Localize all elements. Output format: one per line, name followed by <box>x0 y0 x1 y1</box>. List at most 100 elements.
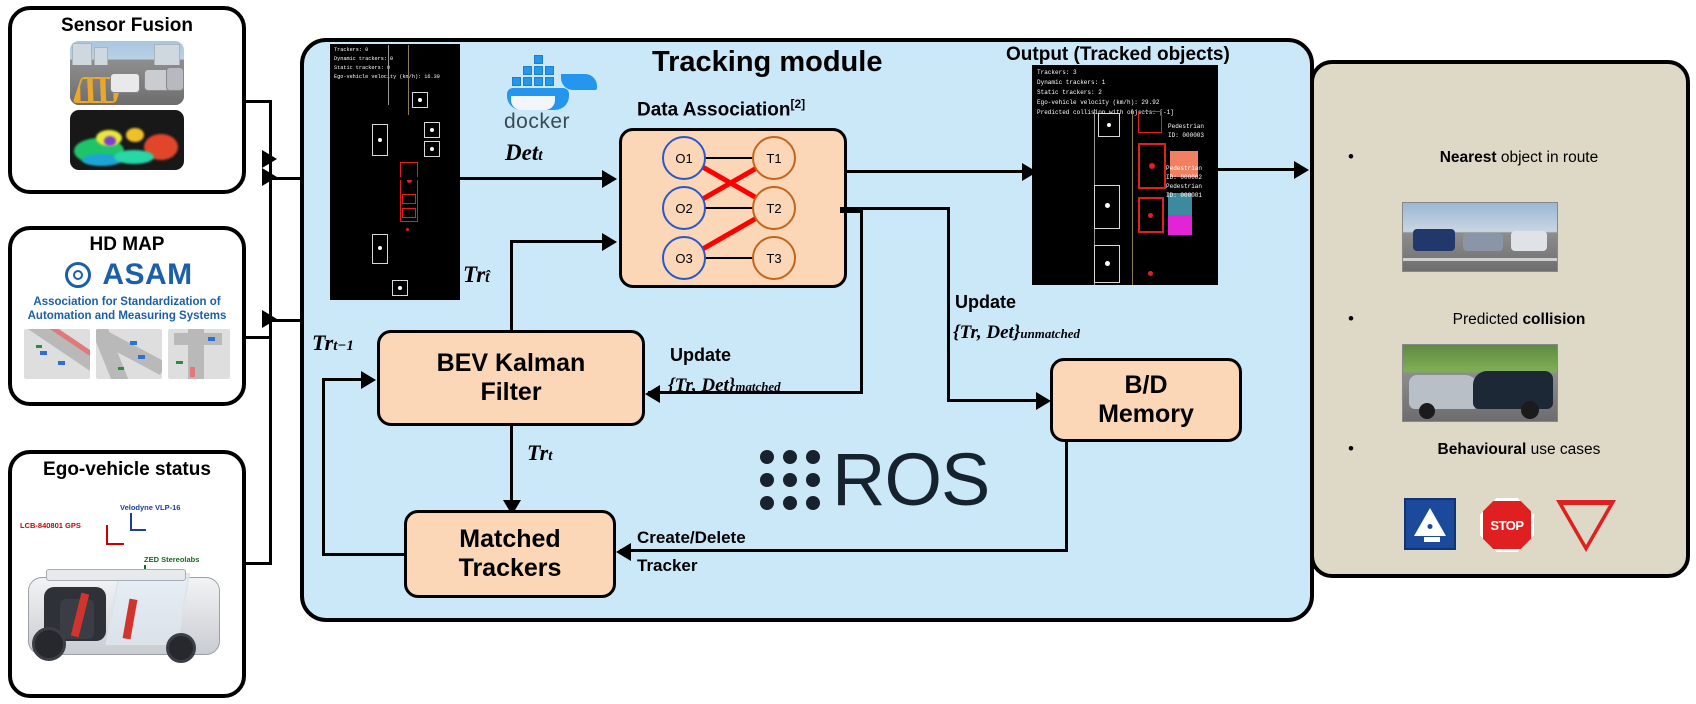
ego-vehicle-panel: Ego-vehicle status LCB-840801 GPS Velody… <box>8 450 246 698</box>
output-to-exec-line <box>1218 168 1304 171</box>
exec-bullet-3-rest: use cases <box>1526 441 1601 458</box>
exec-bullet-nearest-object: • Nearest object in route <box>1348 147 1674 168</box>
asam-logo: ASAM <box>61 258 192 292</box>
input-bev-line-4: Ego-vehicle velocity (km/h): 16.39 <box>334 74 440 80</box>
bd-memory-label-2: Memory <box>1098 400 1194 428</box>
output-bev-line-2: Dynamic trackers: 1 <box>1037 79 1106 86</box>
ros-wordmark: ROS <box>832 438 990 521</box>
executive-layer-title-line2: information <box>1310 91 1696 112</box>
detection-node-o2: O2 <box>662 186 706 230</box>
create-delete-arrowhead <box>616 543 631 561</box>
stereo-camera-label: ZED Stereolabs <box>144 554 200 564</box>
exec-bullet-2-prefix: Predicted <box>1452 311 1523 328</box>
exec-bullet-1-strong: Nearest <box>1439 149 1497 166</box>
update-matched-title: Update <box>670 345 732 365</box>
lidar-sensor-label: Velodyne VLP-16 <box>120 502 181 512</box>
association-to-output-line <box>847 170 1032 173</box>
current-tracks-edge-label: Trt <box>527 440 553 465</box>
matched-trackers-label-1: Matched <box>459 524 561 553</box>
previous-tracks-line-h-top <box>322 378 364 381</box>
exec-collision-photo <box>1402 344 1558 422</box>
ego-vehicle-title: Ego-vehicle status <box>43 459 211 480</box>
lidar-image <box>70 109 184 170</box>
output-object-label-3-id: ID: 000001 <box>1166 192 1203 199</box>
update-unmatched-line-v <box>947 207 950 402</box>
create-delete-line-v <box>1065 442 1068 551</box>
output-object-label-2-class: Pedestrian <box>1166 165 1203 172</box>
camera-image <box>70 40 184 105</box>
docker-wordmark: docker <box>504 110 571 133</box>
tracker-node-t1: T1 <box>752 136 796 180</box>
output-bev-line-1: Trackers: 3 <box>1037 69 1077 76</box>
tracker-node-t3: T3 <box>752 236 796 280</box>
input-bev-line-2: Dynamic trackers: 0 <box>334 56 394 62</box>
matched-trackers-block: Matched Trackers <box>404 510 616 598</box>
output-object-label-1-id: ID: 000003 <box>1168 132 1205 139</box>
bullet-marker-3: • <box>1348 439 1354 458</box>
hd-map-panel: HD MAP ASAM Association for Standardizat… <box>8 226 246 406</box>
bev-kalman-filter-label-2: Filter <box>480 378 542 406</box>
predicted-tracks-edge-label: Trt̂ <box>463 262 490 287</box>
output-bev-line-3: Static trackers: 2 <box>1037 89 1102 96</box>
update-matched-arrowhead <box>645 385 660 403</box>
current-tracks-line <box>510 426 513 504</box>
data-association-title: Data Association[2] <box>637 97 806 121</box>
asam-wordmark: ASAM <box>102 257 193 291</box>
asam-mark-icon <box>61 258 95 292</box>
map-tile-2 <box>96 328 162 379</box>
association-edges <box>685 155 776 261</box>
exec-bullet-1-rest: object in route <box>1496 149 1599 166</box>
update-matched-line-h <box>840 210 863 213</box>
exec-bullet-2-text: Predicted collision <box>1364 310 1674 330</box>
map-tile-1 <box>24 328 90 379</box>
input-bev-line-1: Trackers: 0 <box>334 47 369 53</box>
update-unmatched-title: Update <box>955 292 1017 312</box>
detection-node-o3: O3 <box>662 236 706 280</box>
tracking-module-title: Tracking module <box>652 46 883 78</box>
detection-node-o1: O1 <box>662 136 706 180</box>
ros-dots-icon <box>760 450 820 510</box>
detections-edge-label: Dett <box>505 140 543 165</box>
predicted-tracks-line-v <box>510 240 513 336</box>
update-unmatched-arrowhead <box>1036 392 1051 410</box>
executive-layer-title: Executive-layer information <box>1310 70 1696 113</box>
input-bev-line-3: Static trackers: 0 <box>334 65 391 71</box>
asam-tagline-line1: Association for Standardization of <box>33 295 221 308</box>
update-unmatched-line-h2 <box>947 399 1041 402</box>
create-delete-label-1: Create/Delete <box>637 528 746 547</box>
tracker-node-t2: T2 <box>752 186 796 230</box>
output-title: Output (Tracked objects) <box>1006 44 1230 65</box>
previous-tracks-line-v <box>322 378 325 556</box>
output-object-label-2-id: ID: 000002 <box>1166 174 1203 181</box>
exec-bullet-2-strong: collision <box>1522 311 1586 328</box>
executive-layer-title-line1: Executive-layer <box>1310 70 1696 91</box>
sensor-fusion-panel: Sensor Fusion <box>8 6 246 194</box>
previous-tracks-arrowhead <box>361 371 376 389</box>
detections-arrowhead <box>602 170 617 188</box>
sensor-fusion-arrowhead <box>262 150 277 168</box>
output-object-label-1-class: Pedestrian <box>1168 123 1205 130</box>
create-delete-label-2: Tracker <box>637 556 698 575</box>
yield-sign-inner <box>1563 505 1609 545</box>
exec-bullet-behavioural: • Behavioural use cases <box>1348 439 1674 460</box>
create-delete-line-h <box>620 549 1068 552</box>
ros-logo: ROS <box>760 438 990 521</box>
update-unmatched-set: {Tr, Det}unmatched <box>953 322 1080 343</box>
matched-trackers-label-2: Trackers <box>458 554 562 582</box>
bd-memory-block: B/D Memory <box>1050 358 1242 442</box>
previous-tracks-line-h-bottom <box>322 553 407 556</box>
output-bev-visualization: Trackers: 3 Dynamic trackers: 1 Static t… <box>1032 65 1218 285</box>
exec-bullet-1-text: Nearest object in route <box>1364 148 1674 168</box>
previous-tracks-edge-label: Trt−1 <box>312 330 354 355</box>
map-tile-3 <box>168 328 230 379</box>
gps-sensor-label: LCB-840801 GPS <box>20 520 81 530</box>
bev-kalman-filter-block: BEV Kalman Filter <box>377 330 645 426</box>
bullet-marker-2: • <box>1348 309 1354 328</box>
pedestrian-crossing-sign-icon <box>1404 498 1456 550</box>
update-unmatched-line-h1 <box>840 207 950 210</box>
update-matched-line-v <box>860 210 863 394</box>
exec-nearest-object-photo <box>1402 202 1558 272</box>
exec-bullet-3-text: Behavioural use cases <box>1364 440 1674 460</box>
predicted-tracks-line-h <box>510 240 605 243</box>
exec-bullet-3-strong: Behavioural <box>1437 441 1527 458</box>
